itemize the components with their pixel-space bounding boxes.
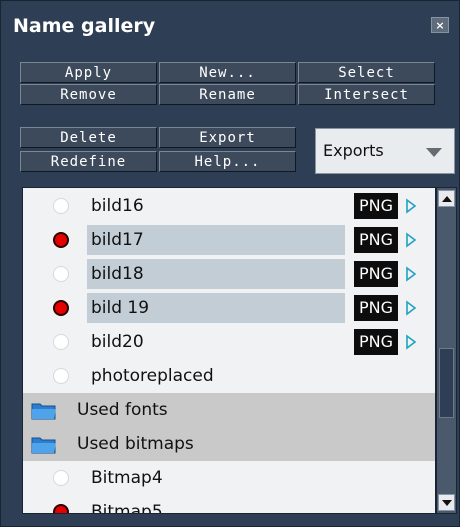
- category-dropdown[interactable]: Exports: [315, 128, 455, 174]
- select-button[interactable]: Select: [298, 62, 435, 83]
- play-icon[interactable]: [405, 334, 417, 350]
- remove-button[interactable]: Remove: [20, 84, 157, 105]
- panel-title: Name gallery: [13, 15, 156, 37]
- scroll-down-button[interactable]: [438, 494, 455, 511]
- name-gallery-panel: Name gallery × Apply New... Select Remov…: [0, 0, 460, 527]
- list-item[interactable]: bild18 PNG: [23, 257, 435, 291]
- unused-indicator-icon[interactable]: [53, 368, 69, 384]
- export-button[interactable]: Export: [159, 127, 296, 148]
- unused-indicator-icon[interactable]: [53, 266, 69, 282]
- list-item-label: photoreplaced: [91, 366, 214, 386]
- list-item[interactable]: photoreplaced: [23, 359, 435, 393]
- list-item-label: Bitmap5: [91, 502, 163, 514]
- unused-indicator-icon[interactable]: [53, 334, 69, 350]
- name-list[interactable]: bild16 PNG bild17 PNG bild18 PNG bild 19 PNG bil…: [22, 187, 436, 514]
- folder-row[interactable]: Used bitmaps: [23, 427, 435, 461]
- list-item[interactable]: Bitmap5: [23, 495, 435, 514]
- play-icon[interactable]: [405, 198, 417, 214]
- folder-label: Used bitmaps: [77, 434, 194, 454]
- help-button[interactable]: Help...: [159, 151, 296, 172]
- rename-button[interactable]: Rename: [159, 84, 296, 105]
- unused-indicator-icon[interactable]: [53, 198, 69, 214]
- list-item-label: bild17: [91, 230, 144, 250]
- list-item[interactable]: bild16 PNG: [23, 189, 435, 223]
- apply-button[interactable]: Apply: [20, 62, 157, 83]
- play-icon[interactable]: [405, 266, 417, 282]
- redefine-button[interactable]: Redefine: [20, 151, 157, 172]
- close-button[interactable]: ×: [431, 17, 449, 33]
- list-item[interactable]: bild 19 PNG: [23, 291, 435, 325]
- list-item[interactable]: Bitmap4: [23, 461, 435, 495]
- chevron-down-icon: [426, 148, 442, 157]
- used-indicator-icon[interactable]: [53, 504, 69, 513]
- format-badge[interactable]: PNG: [354, 261, 398, 287]
- format-badge[interactable]: PNG: [354, 329, 398, 355]
- list-item[interactable]: bild17 PNG: [23, 223, 435, 257]
- used-indicator-icon[interactable]: [53, 300, 69, 316]
- new-button[interactable]: New...: [159, 62, 296, 83]
- list-item-label: Bitmap4: [91, 468, 163, 488]
- folder-label: Used fonts: [77, 400, 168, 420]
- list-scrollbar[interactable]: [436, 187, 457, 514]
- folder-icon: [31, 437, 56, 454]
- list-item-label: bild18: [91, 264, 144, 284]
- intersect-button[interactable]: Intersect: [298, 84, 435, 105]
- unused-indicator-icon[interactable]: [53, 470, 69, 486]
- list-item[interactable]: bild20 PNG: [23, 325, 435, 359]
- used-indicator-icon[interactable]: [53, 232, 69, 248]
- scroll-up-button[interactable]: [438, 190, 455, 207]
- folder-row[interactable]: Used fonts: [23, 393, 435, 427]
- play-icon[interactable]: [405, 232, 417, 248]
- format-badge[interactable]: PNG: [354, 193, 398, 219]
- list-item-label: bild 19: [91, 298, 150, 318]
- format-badge[interactable]: PNG: [354, 295, 398, 321]
- format-badge[interactable]: PNG: [354, 227, 398, 253]
- list-item-label: bild16: [91, 196, 144, 216]
- dropdown-value: Exports: [323, 141, 384, 160]
- delete-button[interactable]: Delete: [20, 127, 157, 148]
- play-icon[interactable]: [405, 300, 417, 316]
- folder-icon: [31, 403, 56, 420]
- scroll-thumb[interactable]: [439, 348, 454, 418]
- list-item-label: bild20: [91, 332, 144, 352]
